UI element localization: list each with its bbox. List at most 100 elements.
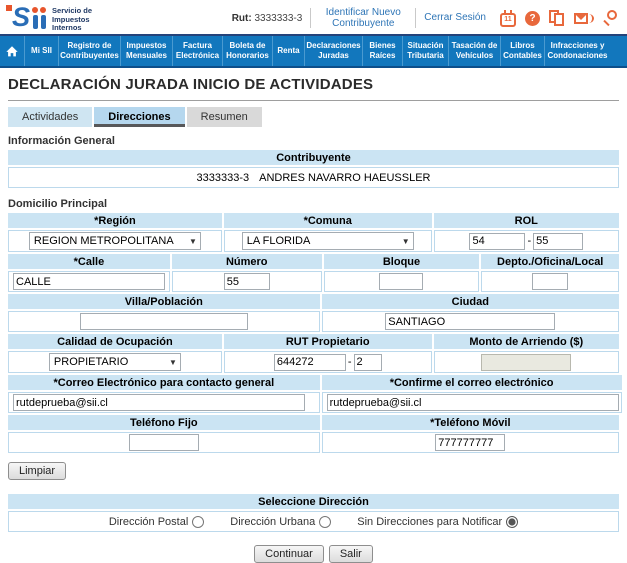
- correo-input[interactable]: [13, 394, 305, 411]
- region-label: *Región: [8, 213, 222, 228]
- contribuyente-table: Contribuyente 3333333-3 ANDRES NAVARRO H…: [8, 150, 619, 188]
- rut-display: Rut: 3333333-3: [231, 12, 303, 24]
- calle-label: *Calle: [8, 254, 170, 269]
- telefono-movil-label: *Teléfono Móvil: [321, 415, 619, 430]
- logo-dot: [40, 7, 47, 14]
- rut-propietario-label: RUT Propietario: [223, 334, 432, 349]
- calidad-label: Calidad de Ocupación: [8, 334, 222, 349]
- salir-button[interactable]: Salir: [328, 545, 373, 563]
- villa-input[interactable]: [79, 313, 248, 330]
- nav-item-situacion-tributaria[interactable]: Situación Tributaria: [402, 36, 448, 66]
- logo-tagline: Servicio de Impuestos Internos: [52, 6, 93, 33]
- telefono-fijo-input[interactable]: [128, 434, 199, 451]
- direccion-urbana-radio[interactable]: [319, 515, 332, 528]
- sii-logo: S Servicio de Impuestos Internos: [6, 3, 93, 33]
- rol-label: ROL: [433, 213, 619, 228]
- row-calle-numero-bloque-depto: *Calle Número Bloque Depto./Oficina/Loca…: [8, 254, 619, 292]
- title-rule: [8, 100, 619, 101]
- seleccione-direccion-table: Seleccione Dirección Dirección Postal Di…: [8, 494, 619, 532]
- chevron-down-icon: ▼: [401, 236, 410, 246]
- numero-label: Número: [171, 254, 322, 269]
- calidad-ocupacion-select[interactable]: PROPIETARIO ▼: [48, 353, 181, 371]
- logo-dot: [32, 7, 39, 14]
- depto-label: Depto./Oficina/Local: [481, 254, 619, 269]
- contribuyente-nombre: ANDRES NAVARRO HAEUSSLER: [259, 171, 431, 184]
- confirme-correo-input[interactable]: [326, 394, 619, 411]
- comuna-select[interactable]: LA FLORIDA ▼: [241, 232, 414, 250]
- help-icon[interactable]: ?: [525, 10, 540, 26]
- direccion-radio-group: Dirección Postal Dirección Urbana Sin Di…: [11, 515, 616, 528]
- row-telefonos: Teléfono Fijo *Teléfono Móvil: [8, 415, 619, 453]
- nav-item-mi-sii[interactable]: Mi SII: [24, 36, 58, 66]
- info-general-title: Información General: [8, 135, 115, 147]
- region-select[interactable]: REGION METROPOLITANA ▼: [28, 232, 201, 250]
- rut-propietario-input-2[interactable]: [353, 353, 382, 371]
- monto-arriendo-input: [481, 353, 572, 371]
- nav-item-infracciones-condonaciones[interactable]: Infracciones y Condonaciones: [544, 36, 610, 66]
- tab-bar: Actividades Direcciones Resumen: [8, 107, 619, 127]
- rut-propietario-input-1[interactable]: [273, 353, 346, 371]
- contribuyente-rut: 3333333-3: [196, 171, 250, 184]
- villa-label: Villa/Población: [8, 294, 320, 309]
- cerrar-sesion-link[interactable]: Cerrar Sesión: [424, 12, 486, 24]
- sin-direcciones-radio[interactable]: [506, 515, 519, 528]
- bloque-input[interactable]: [379, 273, 424, 290]
- nav-item-bienes-raices[interactable]: Bienes Raíces: [362, 36, 402, 66]
- calendar-icon[interactable]: 11: [500, 9, 516, 27]
- rol-input-2[interactable]: [533, 232, 584, 250]
- documents-icon[interactable]: [549, 10, 565, 26]
- tab-actividades[interactable]: Actividades: [8, 107, 93, 127]
- bloque-label: Bloque: [323, 254, 480, 269]
- limpiar-button[interactable]: Limpiar: [8, 462, 67, 480]
- calle-input[interactable]: [13, 273, 165, 290]
- home-icon[interactable]: [0, 36, 24, 66]
- numero-input[interactable]: [223, 273, 270, 290]
- row-correos: *Correo Electrónico para contacto genera…: [8, 375, 622, 413]
- rol-input-1[interactable]: [469, 232, 526, 250]
- domicilio-title: Domicilio Principal: [8, 198, 108, 210]
- nav-item-libros-contables[interactable]: Libros Contables: [500, 36, 544, 66]
- ciudad-label: Ciudad: [321, 294, 619, 309]
- rut-separator: -: [347, 356, 352, 368]
- chevron-down-icon: ▼: [169, 357, 177, 367]
- row-calidad-rut-monto: Calidad de Ocupación RUT Propietario Mon…: [8, 334, 619, 373]
- comuna-label: *Comuna: [223, 213, 432, 228]
- contact-icon[interactable]: [574, 12, 594, 25]
- confirme-correo-label: *Confirme el correo electrónico: [321, 375, 622, 390]
- row-villa-ciudad: Villa/Población Ciudad: [8, 294, 619, 332]
- identificar-nuevo-contribuyente-link[interactable]: Identificar Nuevo Contribuyente: [319, 7, 407, 30]
- page-title: DECLARACIÓN JURADA INICIO DE ACTIVIDADES: [8, 76, 374, 93]
- divider: [310, 8, 312, 28]
- telefono-fijo-label: Teléfono Fijo: [8, 415, 320, 430]
- ciudad-input[interactable]: [385, 313, 556, 330]
- row-region-comuna-rol: *Región *Comuna ROL REGION METROPOLITANA…: [8, 213, 619, 252]
- monto-arriendo-label: Monto de Arriendo ($): [433, 334, 619, 349]
- tab-direcciones[interactable]: Direcciones: [94, 107, 185, 127]
- divider: [415, 8, 417, 28]
- nav-item-declaraciones-juradas[interactable]: Declaraciones Juradas: [304, 36, 362, 66]
- direccion-urbana-option[interactable]: Dirección Urbana: [230, 515, 332, 528]
- contribuyente-value: 3333333-3 ANDRES NAVARRO HAEUSSLER: [8, 167, 619, 188]
- nav-item-tasacion-vehiculos[interactable]: Tasación de Vehículos: [448, 36, 500, 66]
- nav-item-registro-contribuyentes[interactable]: Registro de Contribuyentes: [58, 36, 120, 66]
- sin-direcciones-option[interactable]: Sin Direcciones para Notificar: [357, 515, 519, 528]
- search-icon[interactable]: [603, 10, 619, 27]
- seleccione-direccion-header: Seleccione Dirección: [8, 494, 619, 509]
- main-nav: Mi SII Registro de Contribuyentes Impues…: [0, 36, 627, 66]
- nav-item-factura-electronica[interactable]: Factura Electrónica: [172, 36, 222, 66]
- sii-logo-mark: S: [6, 3, 47, 31]
- correo-label: *Correo Electrónico para contacto genera…: [8, 375, 320, 390]
- nav-item-boleta-honorarios[interactable]: Boleta de Honorarios: [222, 36, 272, 66]
- telefono-movil-input[interactable]: [435, 434, 506, 451]
- top-bar: S Servicio de Impuestos Internos Rut: 33…: [0, 0, 627, 34]
- nav-item-renta[interactable]: Renta: [272, 36, 304, 66]
- direccion-postal-radio[interactable]: [192, 515, 205, 528]
- rol-separator: -: [527, 235, 532, 247]
- direccion-postal-option[interactable]: Dirección Postal: [109, 515, 205, 528]
- depto-input[interactable]: [532, 273, 569, 290]
- tab-resumen[interactable]: Resumen: [186, 107, 262, 127]
- continuar-button[interactable]: Continuar: [254, 545, 324, 563]
- home-icon-glyph: [6, 45, 18, 56]
- nav-item-impuestos-mensuales[interactable]: Impuestos Mensuales: [120, 36, 172, 66]
- contribuyente-header: Contribuyente: [8, 150, 619, 165]
